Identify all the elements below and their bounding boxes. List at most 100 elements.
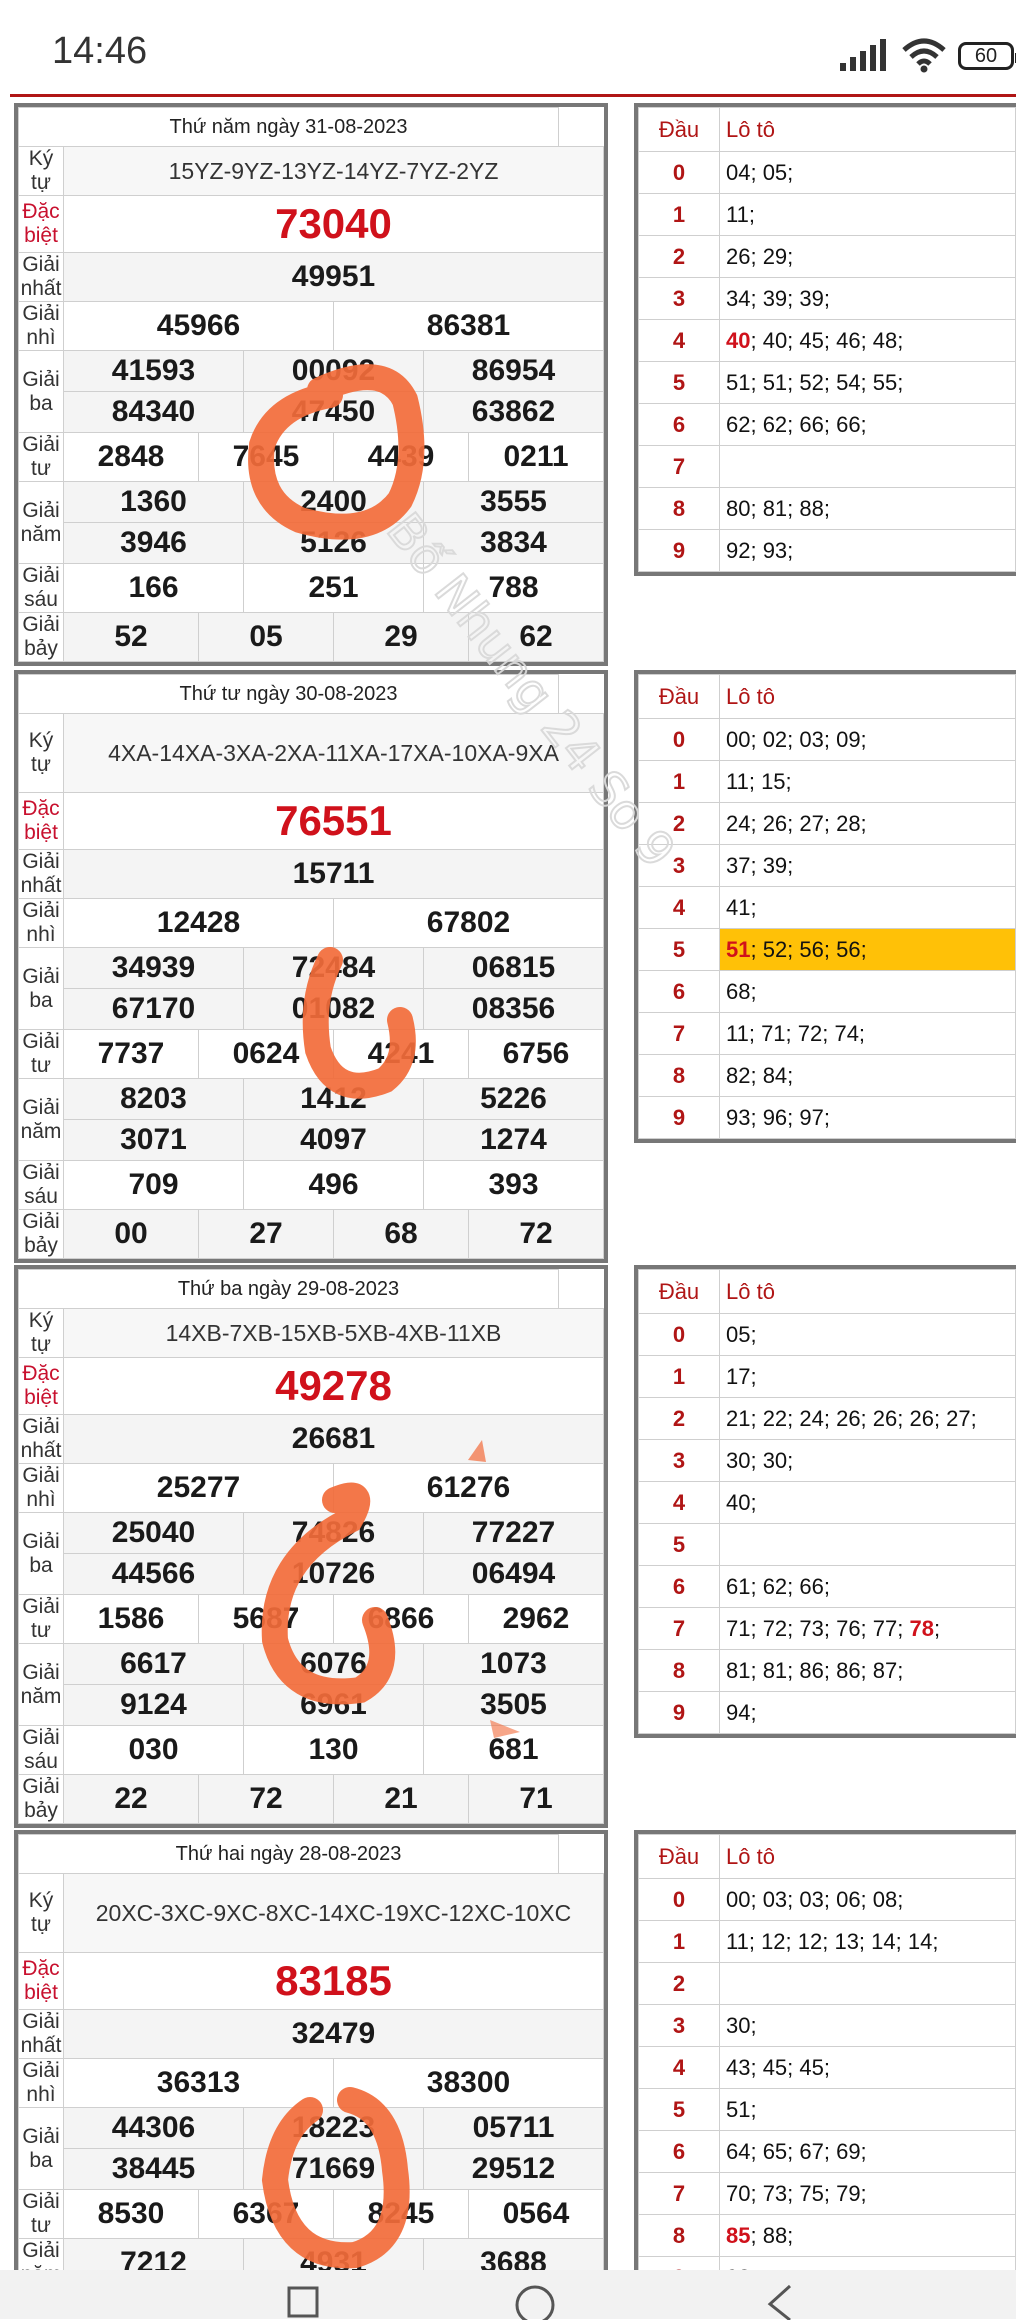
- label-giai-bay: Giải bảy: [18, 612, 64, 662]
- loto-values: 30;: [719, 2004, 1016, 2047]
- loto-head-digit: 4: [638, 1481, 720, 1524]
- wifi-icon: [902, 38, 946, 73]
- fifth-prize: 1360: [63, 481, 244, 523]
- loto-head-digit: 1: [638, 760, 720, 803]
- header-dau: Đầu: [638, 1834, 720, 1879]
- loto-values: [719, 1523, 1016, 1566]
- third-prize: 44306: [63, 2107, 244, 2149]
- home-icon[interactable]: [510, 2280, 560, 2320]
- fifth-prize: 1073: [423, 1643, 604, 1685]
- first-prize: 32479: [63, 2009, 604, 2059]
- loto-head-digit: 8: [638, 1649, 720, 1692]
- loto-values: 43; 45; 45;: [719, 2046, 1016, 2089]
- loto-values: 11; 71; 72; 74;: [719, 1012, 1016, 1055]
- fifth-prize: 9124: [63, 1684, 244, 1726]
- draw-date: Thứ hai ngày 28-08-2023: [18, 1834, 559, 1874]
- header-loto: Lô tô: [719, 1834, 1016, 1879]
- fifth-prize: 1274: [423, 1119, 604, 1161]
- label-giai-tu: Giải tư: [18, 1029, 64, 1079]
- loto-values: 40; 40; 45; 46; 48;: [719, 319, 1016, 362]
- fifth-prize: 1412: [243, 1078, 424, 1120]
- loto-values: 68;: [719, 970, 1016, 1013]
- loto-head-digit: 9: [638, 1691, 720, 1734]
- third-prize: 41593: [63, 350, 244, 392]
- recent-apps-icon[interactable]: [285, 2282, 325, 2322]
- fourth-prize: 0564: [468, 2189, 604, 2239]
- fifth-prize: 6617: [63, 1643, 244, 1685]
- loto-values: 40;: [719, 1481, 1016, 1524]
- loto-head-digit: 0: [638, 718, 720, 761]
- header-dau: Đầu: [638, 1269, 720, 1314]
- loto-values: 85; 88;: [719, 2214, 1016, 2257]
- fourth-prize: 5687: [198, 1594, 334, 1644]
- fifth-prize: 8203: [63, 1078, 244, 1120]
- seventh-prize: 29: [333, 612, 469, 662]
- loto-head-digit: 7: [638, 2172, 720, 2215]
- loto-values: 81; 81; 86; 86; 87;: [719, 1649, 1016, 1692]
- fourth-prize: 7645: [198, 432, 334, 482]
- third-prize: 47450: [243, 391, 424, 433]
- draw-date: Thứ năm ngày 31-08-2023: [18, 107, 559, 147]
- loto-head-digit: 8: [638, 2214, 720, 2257]
- loto-values: 11; 12; 12; 13; 14; 14;: [719, 1920, 1016, 1963]
- loto-head-digit: 4: [638, 886, 720, 929]
- fourth-prize: 7737: [63, 1029, 199, 1079]
- seventh-prize: 27: [198, 1209, 334, 1259]
- first-prize: 15711: [63, 849, 604, 899]
- kytu-code: 14XB-7XB-15XB-5XB-4XB-11XB: [63, 1308, 604, 1358]
- loto-head-digit: 8: [638, 487, 720, 530]
- loto-head-digit: 6: [638, 403, 720, 446]
- label-giai-ba: Giải ba: [18, 1512, 64, 1595]
- loto-head-digit: 1: [638, 1355, 720, 1398]
- label-giai-nhat: Giải nhất: [18, 849, 64, 899]
- loto-values: 70; 73; 75; 79;: [719, 2172, 1016, 2215]
- label-dac-biet: Đặc biệt: [18, 195, 64, 253]
- loto-head-digit: 6: [638, 970, 720, 1013]
- loto-values: 71; 72; 73; 76; 77; 78;: [719, 1607, 1016, 1650]
- seventh-prize: 72: [468, 1209, 604, 1259]
- loto-head-digit: 7: [638, 1012, 720, 1055]
- second-prize: 67802: [333, 898, 604, 948]
- sixth-prize: 709: [63, 1160, 244, 1210]
- header-dau: Đầu: [638, 107, 720, 152]
- special-prize: 49278: [63, 1357, 604, 1415]
- label-dac-biet: Đặc biệt: [18, 792, 64, 850]
- loto-values: 11;: [719, 193, 1016, 236]
- loto-head-digit: 2: [638, 235, 720, 278]
- label-giai-bay: Giải bảy: [18, 1209, 64, 1259]
- loto-values: 93; 96; 97;: [719, 1096, 1016, 1139]
- header-dau: Đầu: [638, 674, 720, 719]
- label-dac-biet: Đặc biệt: [18, 1952, 64, 2010]
- loto-match-highlight: 51: [726, 936, 751, 962]
- loto-head-digit: 3: [638, 844, 720, 887]
- third-prize: 05711: [423, 2107, 604, 2149]
- label-giai-ba: Giải ba: [18, 947, 64, 1030]
- battery-icon: 60: [958, 42, 1016, 70]
- third-prize: 77227: [423, 1512, 604, 1554]
- loto-head-digit: 5: [638, 361, 720, 404]
- loto-head-digit: 0: [638, 1313, 720, 1356]
- third-prize: 67170: [63, 988, 244, 1030]
- loto-values: [719, 445, 1016, 488]
- label-giai-sau: Giải sáu: [18, 563, 64, 613]
- first-prize: 26681: [63, 1414, 604, 1464]
- label-giai-tu: Giải tư: [18, 2189, 64, 2239]
- header-divider: [10, 94, 1016, 97]
- loto-table: Đầu Lô tô 0 04; 05; 1 11; 2 26; 29; 3 34; 39; 39;…: [634, 103, 1016, 576]
- header-loto: Lô tô: [719, 674, 1016, 719]
- back-icon[interactable]: [760, 2280, 800, 2320]
- loto-head-digit: 4: [638, 2046, 720, 2089]
- loto-values: 82; 84;: [719, 1054, 1016, 1097]
- loto-head-digit: 5: [638, 2088, 720, 2131]
- sixth-prize: 130: [243, 1725, 424, 1775]
- third-prize: 06815: [423, 947, 604, 989]
- second-prize: 36313: [63, 2058, 334, 2108]
- fourth-prize: 6367: [198, 2189, 334, 2239]
- third-prize: 34939: [63, 947, 244, 989]
- loto-head-digit: 0: [638, 151, 720, 194]
- third-prize: 44566: [63, 1553, 244, 1595]
- third-prize: 29512: [423, 2148, 604, 2190]
- status-icons: 60: [838, 36, 1016, 76]
- loto-head-digit: 4: [638, 319, 720, 362]
- loto-head-digit: 0: [638, 1878, 720, 1921]
